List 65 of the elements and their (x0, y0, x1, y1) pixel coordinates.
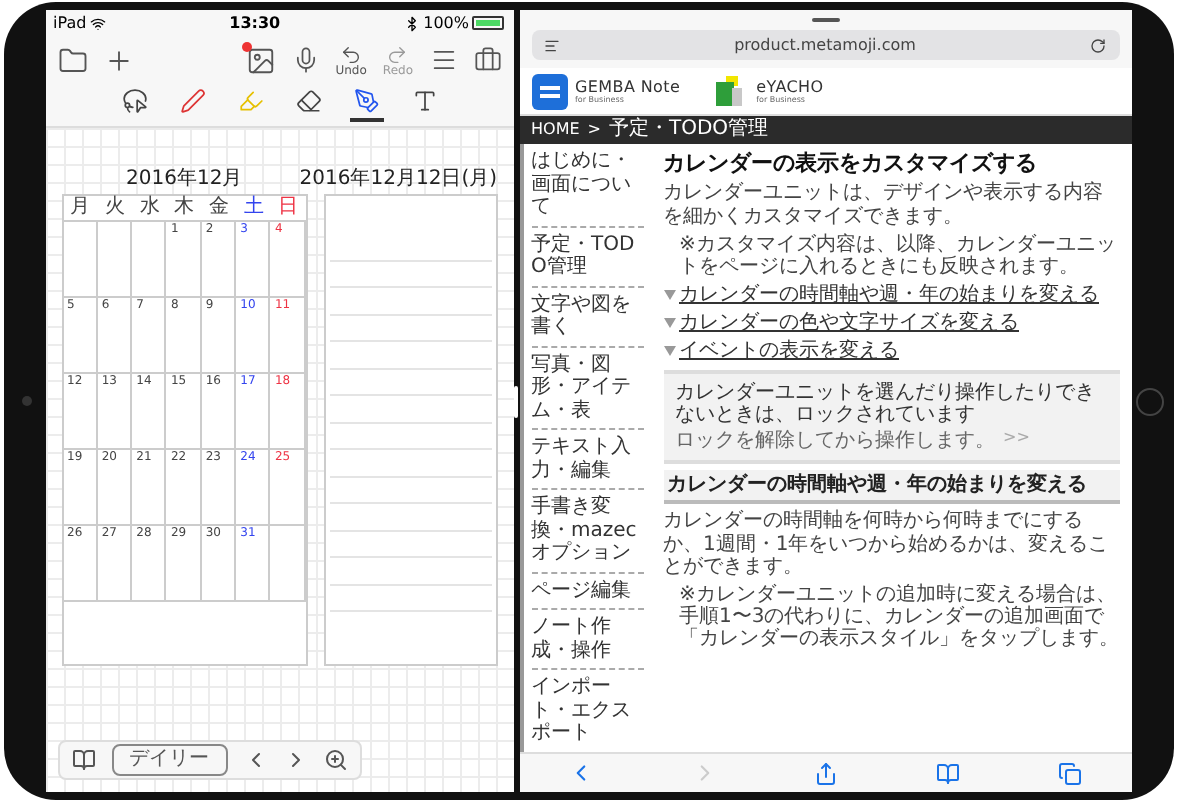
menu-icon[interactable] (429, 46, 457, 74)
book-icon[interactable] (71, 748, 95, 772)
triangle-icon (663, 318, 675, 329)
folder-icon[interactable] (57, 45, 87, 75)
sidebar-item[interactable]: テキスト入力・編集 (531, 430, 643, 490)
tool-button[interactable] (349, 88, 383, 122)
zoom-icon[interactable] (323, 748, 347, 772)
note-paragraph: ※カスタマイズ内容は、以降、カレンダーユニットをページに入れるときにも反映されます。 (677, 233, 1118, 279)
weekday-label: 木 (172, 195, 197, 220)
grab-handle[interactable] (811, 18, 839, 22)
image-icon[interactable] (245, 45, 276, 75)
redo-icon (386, 43, 409, 65)
daily-view-button[interactable]: デイリー (111, 744, 227, 776)
wifi-icon (90, 15, 107, 31)
sidebar-item[interactable]: 手書き変換・mazecオプション (531, 490, 643, 573)
sidebar-item[interactable]: 写真・図形・アイテム・表 (531, 347, 643, 430)
share-icon[interactable] (814, 761, 839, 785)
section-link[interactable]: カレンダーの時間軸や週・年の始まりを変える (679, 284, 1099, 307)
article-title: カレンダーの表示をカスタマイズする (663, 152, 1039, 177)
sidebar-item[interactable]: はじめに・画面について (531, 144, 643, 227)
undo-icon (340, 43, 363, 65)
carrier-text: iPad (53, 11, 87, 35)
weekday-label: 日 (276, 195, 301, 220)
sidebar-item[interactable]: 文字や図を書く (531, 287, 643, 347)
add-icon[interactable] (103, 45, 133, 75)
reader-icon[interactable] (543, 37, 559, 53)
breadcrumb-current[interactable]: 予定・TODO管理 (608, 120, 769, 140)
weekday-label: 土 (241, 195, 266, 220)
section-link[interactable]: イベントの表示を変える (679, 340, 899, 364)
breadcrumb-separator: > (587, 122, 601, 138)
weekday-label: 火 (102, 195, 127, 220)
briefcase-icon[interactable] (473, 46, 501, 74)
clock-text: 13:30 (229, 11, 281, 35)
address-bar[interactable]: product.metamoji.com (531, 30, 1119, 60)
bookmarks-icon[interactable] (936, 761, 961, 785)
callout-link[interactable]: ロックを解除してから操作します。 (675, 430, 995, 453)
battery-icon (472, 16, 505, 30)
section-heading: カレンダーの時間軸や週・年の始まりを変える (663, 470, 1119, 505)
section-note: ※カレンダーユニットの追加時に変える場合は、手順1〜3の代わりに、カレンダーの追加画面で「カレンダーの表示スタイル」をタップします。 (677, 583, 1119, 651)
sidebar-item[interactable]: ノート作成・操作 (531, 610, 643, 670)
logo-name: GEMBA Note (575, 79, 681, 95)
bluetooth-icon (403, 15, 420, 31)
weekday-label: 月 (68, 195, 93, 220)
reload-icon[interactable] (1090, 37, 1107, 53)
sidebar-item[interactable]: 予定・TODO管理 (531, 227, 643, 287)
weekday-label: 金 (206, 195, 231, 220)
callout-arrow: >> (1003, 430, 1030, 450)
weekday-label: 水 (137, 195, 162, 220)
logo-icon (531, 73, 567, 109)
home-link[interactable]: HOME (531, 122, 580, 138)
logo-name: eYACHO (756, 79, 824, 95)
mic-icon[interactable] (291, 46, 320, 74)
split-handle[interactable] (514, 385, 518, 417)
triangle-icon (663, 346, 675, 357)
section-link[interactable]: カレンダーの色や文字サイズを変える (679, 312, 1019, 335)
battery-text: 100% (423, 11, 469, 35)
triangle-icon (663, 290, 675, 301)
url-text: product.metamoji.com (734, 33, 916, 57)
intro-paragraph: カレンダーユニットは、デザインや表示する内容を細かくカスタマイズできます。 (663, 182, 1105, 228)
tabs-icon[interactable] (1058, 761, 1083, 785)
callout-text: カレンダーユニットを選んだり操作したりできないときは、ロックされています (675, 381, 1097, 426)
daily-title: 2016年12月12日(月) (299, 168, 497, 193)
camera-icon (22, 396, 32, 406)
sidebar-item[interactable]: ページ編集 (531, 573, 643, 610)
section-paragraph: カレンダーの時間軸を何時から何時までにするか、1週間・1年をいつから始めるかは、変えることができます。 (663, 510, 1111, 578)
